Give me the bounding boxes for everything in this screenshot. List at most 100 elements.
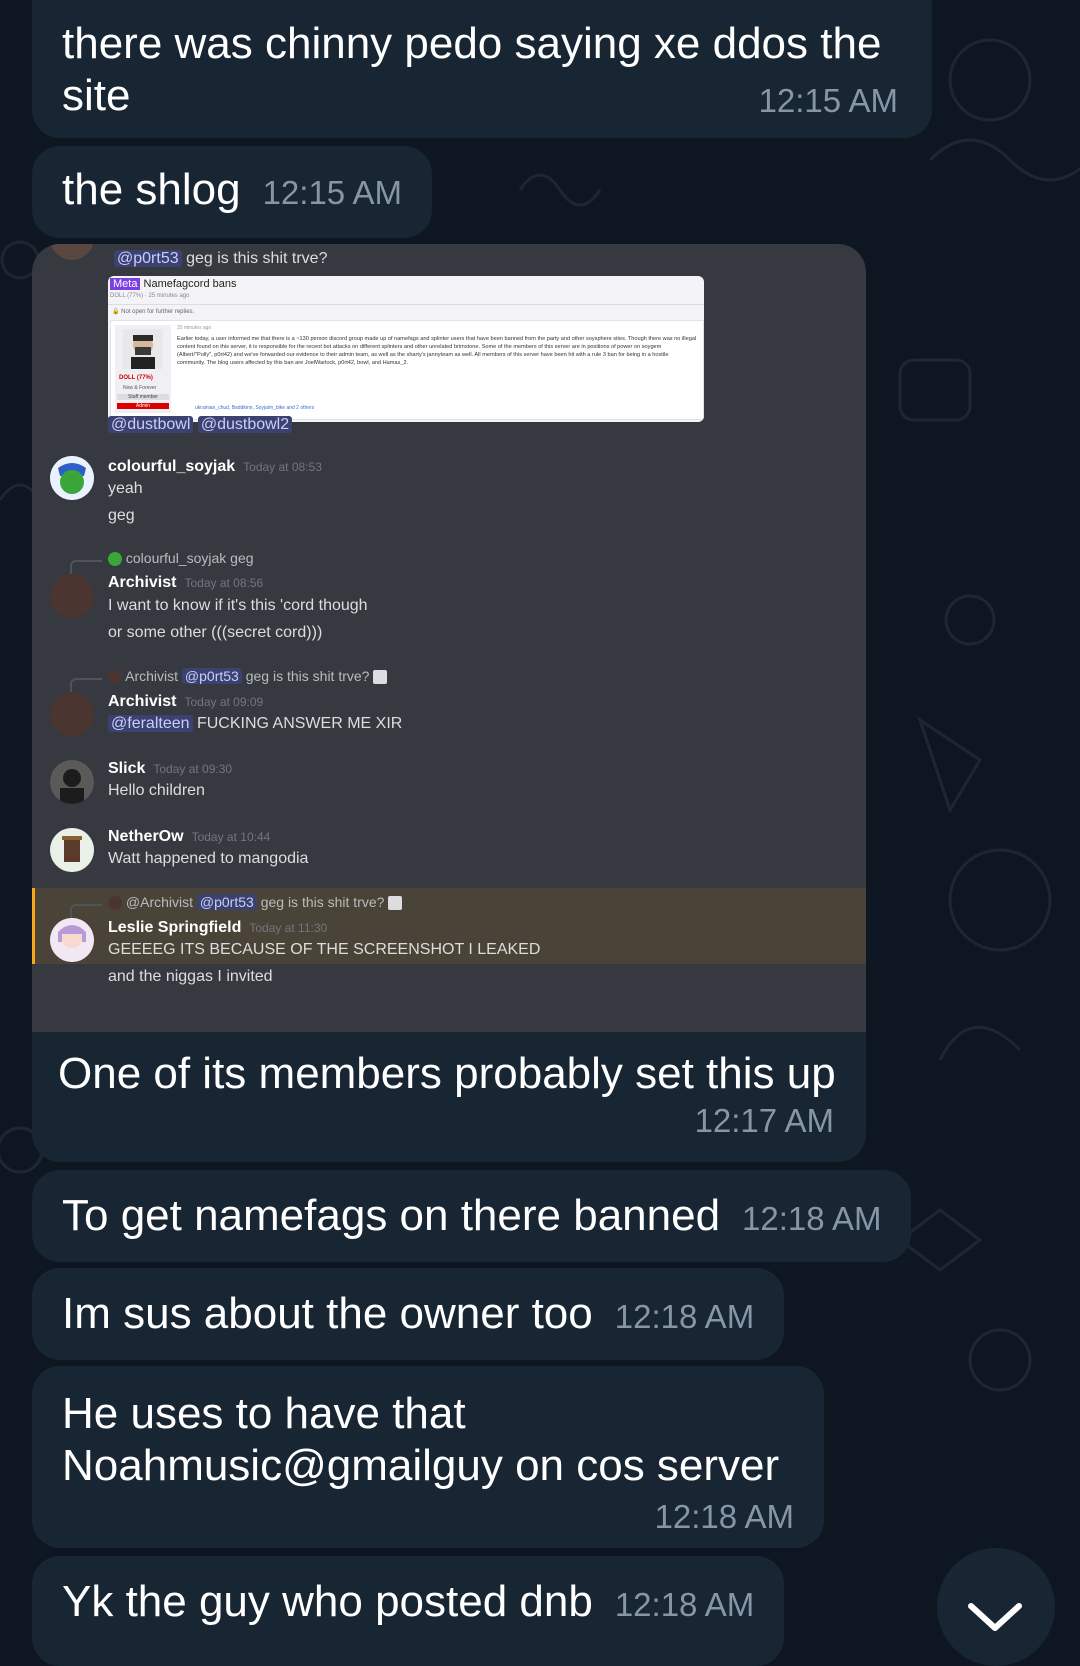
mention: @p0rt53 — [196, 894, 257, 910]
reply-connector — [70, 904, 102, 918]
timestamp: Today at 08:56 — [184, 576, 264, 590]
username[interactable]: colourful_soyjak — [108, 458, 235, 475]
image-icon — [373, 670, 388, 685]
category-badge: Meta — [110, 278, 141, 290]
mention: @p0rt53 — [181, 668, 242, 684]
message-header: colourful_soyjak Today at 08:53 — [108, 458, 866, 476]
message-time: 12:18 AM — [742, 1200, 882, 1237]
message-text: He uses to have that Noahmusic@gmailguy … — [62, 1389, 780, 1490]
chevron-down-icon — [968, 1603, 1022, 1631]
message-bubble[interactable]: One of its members probably set this up … — [32, 1032, 866, 1162]
mention[interactable]: @dustbowl — [108, 416, 194, 433]
post-meta: DOLL (77%) · 25 minutes ago — [110, 293, 190, 299]
post-time: 25 minutes ago — [177, 325, 212, 331]
embedded-screenshot[interactable]: @p0rt53 geg is this shit trve? Meta Name… — [32, 244, 866, 1032]
message-bubble[interactable]: there was chinny pedo saying xe ddos the… — [32, 0, 932, 138]
timestamp: Today at 09:09 — [184, 695, 264, 709]
reply-text: geg — [230, 550, 254, 566]
message-text: Im sus about the owner too — [62, 1289, 593, 1338]
avatar — [50, 918, 94, 962]
message-bubble[interactable]: He uses to have that Noahmusic@gmailguy … — [32, 1366, 824, 1548]
forum-post-card: Meta Namefagcord bans DOLL (77%) · 25 mi… — [108, 276, 704, 422]
avatar — [123, 329, 163, 369]
username[interactable]: NetherOw — [108, 828, 184, 845]
reply-text: geg is this shit trve? — [245, 668, 370, 684]
avatar — [50, 244, 94, 260]
notice-text: Not open for further replies. — [121, 309, 195, 315]
highlight-bar — [32, 888, 35, 964]
message-text: I want to know if it's this 'cord though — [108, 597, 368, 614]
reply-username: colourful_soyjak — [125, 550, 227, 566]
avatar — [50, 760, 94, 804]
username[interactable]: Slick — [108, 760, 145, 777]
message-text: One of its members probably set this up — [58, 1049, 836, 1098]
reply-avatar-icon — [108, 552, 122, 567]
timestamp: Today at 11:30 — [249, 921, 328, 935]
timestamp: Today at 10:44 — [191, 830, 271, 844]
message-time: 12:18 AM — [654, 1498, 794, 1535]
image-icon — [388, 896, 403, 911]
message-header: Archivist Today at 08:56 — [108, 574, 866, 592]
message-text: To get namefags on there banned — [62, 1191, 721, 1240]
divider — [108, 304, 704, 305]
message-text: Yk the guy who posted dnb — [62, 1577, 593, 1626]
message-bubble[interactable]: To get namefags on there banned 12:18 AM — [32, 1170, 912, 1262]
message-text-content: FUCKING ANSWER ME XIR — [196, 715, 403, 732]
username[interactable]: Leslie Springfield — [108, 919, 241, 936]
reply-text: geg is this shit trve? — [260, 894, 385, 910]
message-time: 12:17 AM — [694, 1102, 834, 1139]
user-panel: DOLL (77%) Now & Forever Staff member Ad… — [115, 325, 171, 413]
user-subtitle: Now & Forever — [123, 385, 157, 391]
reply-avatar-icon — [108, 896, 122, 911]
message-text: and the niggas I invited — [108, 968, 273, 985]
reply-connector — [70, 560, 102, 574]
message-text: the shlog — [62, 165, 241, 214]
message-header: Slick Today at 09:30 — [108, 760, 866, 778]
post-body-text: Earlier today, a user informed me that t… — [177, 336, 697, 366]
post-header: Meta Namefagcord bans — [110, 278, 236, 290]
message-bubble[interactable]: Im sus about the owner too 12:18 AM — [32, 1268, 785, 1360]
avatar — [50, 692, 94, 736]
message-time: 12:18 AM — [614, 1586, 755, 1623]
timestamp: Today at 08:53 — [243, 460, 322, 474]
reply-username: @Archivist — [125, 894, 193, 910]
reply-avatar-icon — [108, 670, 122, 685]
avatar — [50, 828, 94, 872]
message-text: geg — [108, 507, 135, 524]
message-text: GEEEEG ITS BECAUSE OF THE SCREENSHOT I L… — [108, 941, 541, 958]
reply-connector — [70, 678, 102, 692]
message-time: 12:18 AM — [614, 1298, 755, 1335]
message-text: Hello children — [108, 782, 205, 799]
mention[interactable]: @feralteen — [108, 715, 193, 732]
message-text: or some other (((secret cord))) — [108, 624, 323, 641]
username[interactable]: Archivist — [108, 574, 176, 591]
message-bubble[interactable]: Yk the guy who posted dnb 12:18 AM — [32, 1556, 785, 1666]
reply-username: Archivist — [125, 668, 179, 684]
timestamp: Today at 09:30 — [153, 762, 233, 776]
reply-preview[interactable]: Archivist @p0rt53 geg is this shit trve? — [108, 668, 866, 685]
post-notice: 🔒 Not open for further replies. — [112, 308, 194, 315]
staff-badge: Staff member — [117, 394, 169, 400]
lock-icon: 🔒 — [112, 309, 120, 315]
avatar — [50, 456, 94, 500]
username[interactable]: Archivist — [108, 693, 176, 710]
user-name: DOLL (77%) — [119, 375, 153, 381]
message-text: geg is this shit trve? — [186, 250, 328, 267]
mention: @p0rt53 — [114, 250, 182, 267]
reply-preview[interactable]: colourful_soyjak geg — [108, 550, 866, 567]
reply-preview[interactable]: @Archivist @p0rt53 geg is this shit trve… — [108, 894, 866, 911]
message-header: Archivist Today at 09:09 — [108, 693, 866, 711]
mentions-line: @dustbowl @dustbowl2 — [108, 416, 866, 434]
avatar — [50, 574, 94, 618]
admin-badge: Admin — [117, 403, 169, 409]
message-time: 12:15 AM — [758, 82, 898, 119]
message-header: Leslie Springfield Today at 11:30 — [108, 919, 866, 937]
reactions-footer: ukrainian_chud, Baddkinn, Soyjaim_bike a… — [195, 405, 315, 411]
mention[interactable]: @dustbowl2 — [197, 416, 293, 433]
message-header: NetherOw Today at 10:44 — [108, 828, 866, 846]
message-time: 12:15 AM — [262, 174, 403, 211]
post-body: DOLL (77%) Now & Forever Staff member Ad… — [110, 320, 704, 420]
message-text: @feralteen FUCKING ANSWER ME XIR — [108, 715, 866, 733]
message-bubble[interactable]: the shlog 12:15 AM — [32, 146, 433, 238]
scroll-down-button[interactable] — [937, 1548, 1055, 1666]
